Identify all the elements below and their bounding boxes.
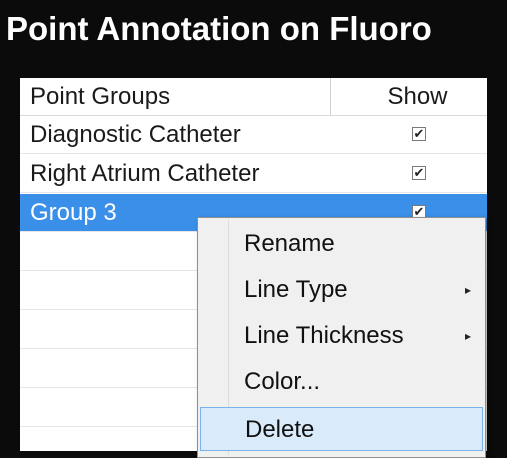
show-checkbox[interactable]: ✔ bbox=[412, 127, 426, 141]
menu-item-label: Line Thickness bbox=[244, 322, 404, 349]
menu-item-color[interactable]: Color... bbox=[200, 360, 483, 404]
column-header-show[interactable]: Show bbox=[355, 78, 480, 115]
menu-item-label: Color... bbox=[244, 368, 321, 395]
menu-item-delete[interactable]: Delete bbox=[200, 407, 483, 451]
group-name: Right Atrium Catheter bbox=[30, 160, 260, 187]
show-cell: ✔ bbox=[380, 116, 460, 153]
show-cell: ✔ bbox=[380, 155, 460, 192]
submenu-arrow-icon: ▸ bbox=[464, 329, 471, 343]
table-row[interactable]: Right Atrium Catheter ✔ bbox=[20, 155, 487, 193]
context-menu: Rename Line Type ▸ Line Thickness ▸ Colo… bbox=[197, 217, 486, 458]
menu-item-line-thickness[interactable]: Line Thickness ▸ bbox=[200, 314, 483, 358]
table-row[interactable]: Diagnostic Catheter ✔ bbox=[20, 116, 487, 154]
window-title: Point Annotation on Fluoro bbox=[6, 10, 432, 47]
submenu-arrow-icon: ▸ bbox=[464, 283, 471, 297]
show-checkbox[interactable]: ✔ bbox=[412, 166, 426, 180]
menu-item-label: Line Type bbox=[244, 276, 348, 303]
table-header: Point Groups Show bbox=[20, 78, 487, 116]
column-header-point-groups[interactable]: Point Groups bbox=[30, 78, 170, 115]
group-name: Group 3 bbox=[30, 199, 117, 226]
column-divider bbox=[330, 78, 331, 115]
menu-item-rename[interactable]: Rename bbox=[200, 222, 483, 266]
menu-item-label: Delete bbox=[245, 416, 315, 443]
group-name: Diagnostic Catheter bbox=[30, 121, 241, 148]
menu-item-line-type[interactable]: Line Type ▸ bbox=[200, 268, 483, 312]
menu-item-label: Rename bbox=[244, 230, 335, 257]
